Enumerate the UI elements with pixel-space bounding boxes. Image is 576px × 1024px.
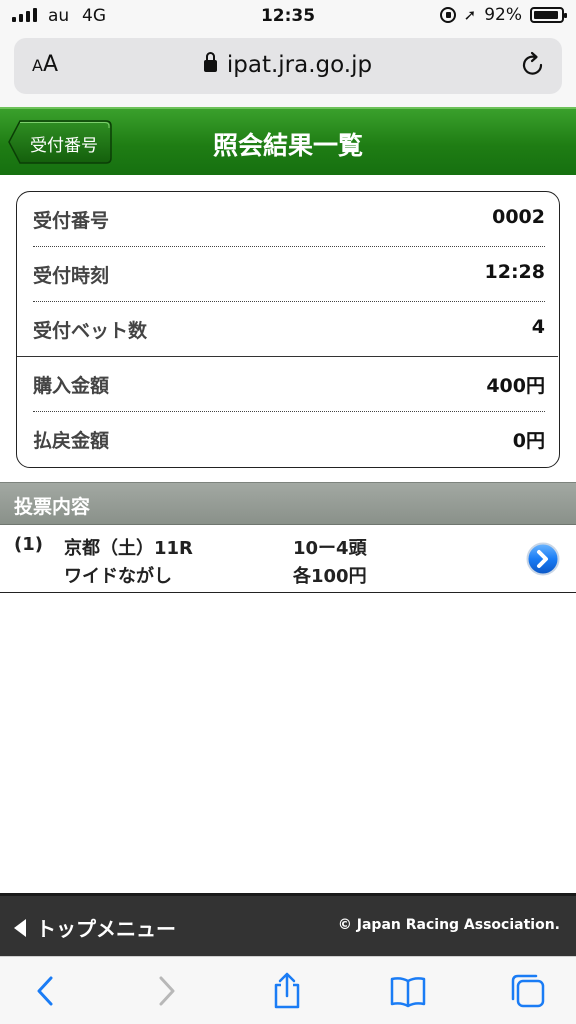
receipt-number-value: 0002 [492, 206, 545, 228]
copyright-text: © Japan Racing Association. [337, 917, 560, 933]
section-title: 投票内容 [14, 496, 91, 518]
url-text: ipat.jra.go.jp [226, 52, 373, 78]
bet-amount: 各100円 [293, 566, 367, 587]
address-bar[interactable]: AA ipat.jra.go.jp [14, 38, 562, 94]
receipt-time-value: 12:28 [484, 261, 545, 283]
purchase-amount-row: 購入金額 400円 [33, 357, 545, 411]
receipt-time-label: 受付時刻 [33, 265, 110, 287]
bet-list-item[interactable]: (1) 京都（土）11R ワイドながし 10ー4頭 各100円 [0, 525, 576, 593]
page-header: 受付番号 照会結果一覧 [0, 107, 576, 175]
browser-address-area: AA ipat.jra.go.jp [0, 32, 576, 107]
receipt-summary-card: 受付番号 0002 受付時刻 12:28 受付ベット数 4 購入金額 400円 … [16, 191, 560, 468]
detail-arrow-icon[interactable] [526, 542, 560, 576]
location-arrow-icon: ➚ [463, 6, 477, 24]
rotation-lock-icon [439, 7, 456, 23]
forward-chevron-icon[interactable] [146, 971, 186, 1011]
status-bar: au 4G 12:35 ➚ 92% [0, 0, 576, 32]
bet-contents-header: 投票内容 [0, 482, 576, 525]
payout-amount-value: 0円 [512, 430, 545, 452]
payout-amount-label: 払戻金額 [33, 430, 110, 452]
receipt-number-label: 受付番号 [33, 210, 110, 232]
browser-toolbar [0, 956, 576, 1024]
share-icon[interactable] [267, 971, 307, 1011]
tabs-icon[interactable] [508, 971, 548, 1011]
bet-type: ワイドながし [64, 566, 172, 587]
receipt-number-row: 受付番号 0002 [33, 192, 545, 246]
receipt-time-row: 受付時刻 12:28 [33, 247, 545, 301]
bet-count-row: 受付ベット数 4 [33, 302, 545, 356]
back-chevron-icon[interactable] [26, 971, 66, 1011]
top-menu-link[interactable]: トップメニュー [14, 913, 176, 942]
page-title: 照会結果一覧 [212, 131, 363, 160]
battery-icon [530, 7, 567, 23]
reload-icon[interactable] [518, 50, 548, 80]
padlock-icon [203, 52, 217, 72]
bet-race: 京都（土）11R [64, 538, 193, 559]
bookmarks-icon[interactable] [388, 971, 428, 1011]
bet-count-value: 4 [531, 316, 545, 338]
page-footer: トップメニュー © Japan Racing Association. [0, 893, 576, 956]
purchase-amount-value: 400円 [486, 375, 545, 397]
bet-combination: 10ー4頭 [293, 538, 367, 559]
purchase-amount-label: 購入金額 [33, 375, 110, 397]
top-menu-label: トップメニュー [36, 917, 176, 941]
bet-index: (1) [14, 534, 43, 555]
url-display[interactable]: ipat.jra.go.jp [14, 52, 562, 78]
triangle-left-icon [14, 918, 26, 937]
bet-count-label: 受付ベット数 [33, 320, 148, 342]
battery-percent: 92% [484, 5, 522, 25]
payout-amount-row: 払戻金額 0円 [33, 412, 545, 466]
